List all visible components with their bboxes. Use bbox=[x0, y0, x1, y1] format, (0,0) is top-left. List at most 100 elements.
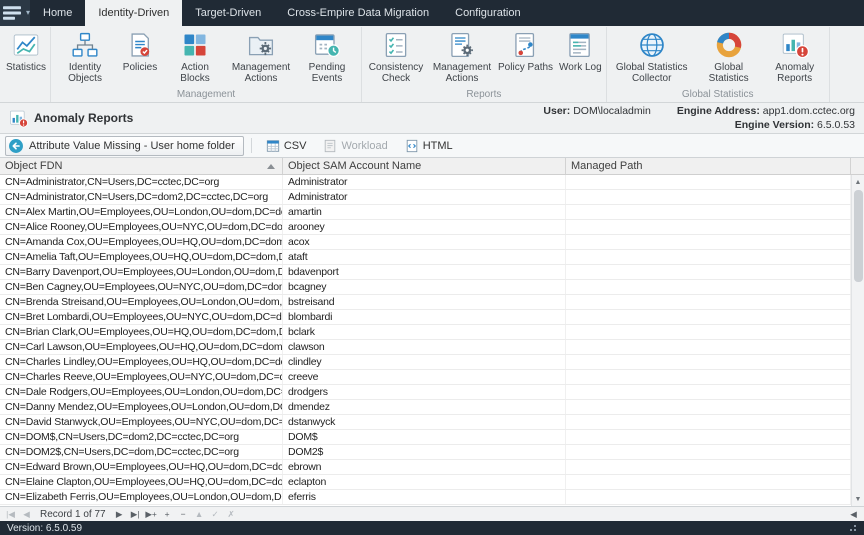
cell-managed-path bbox=[566, 355, 851, 369]
table-row[interactable]: CN=Alice Rooney,OU=Employees,OU=NYC,OU=d… bbox=[0, 220, 851, 235]
tab-configuration[interactable]: Configuration bbox=[442, 0, 533, 26]
tab-home[interactable]: Home bbox=[30, 0, 85, 26]
table-row[interactable]: CN=Elizabeth Ferris,OU=Employees,OU=Lond… bbox=[0, 490, 851, 505]
resize-grip-icon[interactable] bbox=[847, 523, 857, 533]
document-gear-icon bbox=[448, 31, 476, 59]
cell-object-fdn: CN=Administrator,CN=Users,DC=cctec,DC=or… bbox=[0, 175, 283, 189]
ribbon: Statistics Identity Objects Policies Act… bbox=[0, 26, 864, 103]
table-row[interactable]: CN=Brian Clark,OU=Employees,OU=HQ,OU=dom… bbox=[0, 325, 851, 340]
cell-object-sam-account-name: acox bbox=[283, 235, 566, 249]
nav-add-button[interactable]: + bbox=[160, 508, 175, 521]
workload-button[interactable]: Workload bbox=[316, 137, 394, 155]
document-log-icon bbox=[566, 31, 594, 59]
ribbon-button-statistics[interactable]: Statistics bbox=[3, 27, 49, 89]
table-row[interactable]: CN=Charles Reeve,OU=Employees,OU=NYC,OU=… bbox=[0, 370, 851, 385]
cell-managed-path bbox=[566, 205, 851, 219]
hscroll-left-button[interactable]: ◀ bbox=[846, 508, 861, 521]
report-toolbar: Attribute Value Missing - User home fold… bbox=[0, 134, 864, 158]
policy-document-icon bbox=[126, 31, 154, 59]
table-row[interactable]: CN=Administrator,CN=Users,DC=cctec,DC=or… bbox=[0, 175, 851, 190]
cell-object-sam-account-name: arooney bbox=[283, 220, 566, 234]
ribbon-button-policies[interactable]: Policies bbox=[118, 27, 162, 89]
ribbon-button-consistency-check[interactable]: Consistency Check bbox=[363, 27, 429, 89]
cell-object-sam-account-name: bcagney bbox=[283, 280, 566, 294]
nav-append-button[interactable]: ▶+ bbox=[144, 508, 159, 521]
checklist-icon bbox=[382, 31, 410, 59]
grid-header: Object FDN Object SAM Account Name Manag… bbox=[0, 158, 864, 175]
nav-edit-button[interactable]: ▲ bbox=[192, 508, 207, 521]
table-row[interactable]: CN=Ben Cagney,OU=Employees,OU=NYC,OU=dom… bbox=[0, 280, 851, 295]
ribbon-button-management-actions-report[interactable]: Management Actions bbox=[429, 27, 495, 89]
nav-cancel-edit-button[interactable]: ✗ bbox=[224, 508, 239, 521]
table-row[interactable]: CN=Bret Lombardi,OU=Employees,OU=NYC,OU=… bbox=[0, 310, 851, 325]
cell-managed-path bbox=[566, 490, 851, 504]
cell-managed-path bbox=[566, 295, 851, 309]
application-window: ▾ Home Identity-Driven Target-Driven Cro… bbox=[0, 0, 864, 535]
cell-object-sam-account-name: amartin bbox=[283, 205, 566, 219]
ribbon-button-work-log[interactable]: Work Log bbox=[556, 27, 605, 89]
cell-object-sam-account-name: ataft bbox=[283, 250, 566, 264]
scroll-down-button[interactable]: ▼ bbox=[852, 492, 864, 506]
ribbon-button-global-statistics-collector[interactable]: Global Statistics Collector bbox=[608, 27, 696, 89]
ribbon-button-management-actions[interactable]: Management Actions bbox=[228, 27, 294, 89]
table-row[interactable]: CN=Elaine Clapton,OU=Employees,OU=HQ,OU=… bbox=[0, 475, 851, 490]
nav-end-edit-button[interactable]: ✓ bbox=[208, 508, 223, 521]
ribbon-button-policy-paths[interactable]: Policy Paths bbox=[495, 27, 556, 89]
cell-object-sam-account-name: clawson bbox=[283, 340, 566, 354]
column-header-object-fdn[interactable]: Object FDN bbox=[0, 158, 283, 174]
table-row[interactable]: CN=Amelia Taft,OU=Employees,OU=HQ,OU=dom… bbox=[0, 250, 851, 265]
ribbon-button-pending-events[interactable]: Pending Events bbox=[294, 27, 360, 89]
ribbon-tab-bar: ▾ Home Identity-Driven Target-Driven Cro… bbox=[0, 0, 864, 26]
engine-version-value: 6.5.0.53 bbox=[817, 119, 855, 131]
cell-managed-path bbox=[566, 235, 851, 249]
cell-managed-path bbox=[566, 400, 851, 414]
ribbon-button-global-statistics[interactable]: Global Statistics bbox=[696, 27, 762, 89]
cell-object-sam-account-name: clindley bbox=[283, 355, 566, 369]
engine-info: User: DOM\localadmin Engine Address: app… bbox=[543, 104, 855, 132]
table-row[interactable]: CN=DOM2$,CN=Users,DC=dom,DC=cctec,DC=org… bbox=[0, 445, 851, 460]
table-row[interactable]: CN=Carl Lawson,OU=Employees,OU=HQ,OU=dom… bbox=[0, 340, 851, 355]
column-header-managed-path[interactable]: Managed Path bbox=[566, 158, 851, 174]
column-header-object-sam-account-name[interactable]: Object SAM Account Name bbox=[283, 158, 566, 174]
nav-remove-button[interactable]: − bbox=[176, 508, 191, 521]
tab-cross-empire-data-migration[interactable]: Cross-Empire Data Migration bbox=[274, 0, 442, 26]
table-row[interactable]: CN=Administrator,CN=Users,DC=dom2,DC=cct… bbox=[0, 190, 851, 205]
application-menu-button[interactable]: ▾ bbox=[0, 0, 30, 26]
cell-object-fdn: CN=Dale Rodgers,OU=Employees,OU=London,O… bbox=[0, 385, 283, 399]
table-row[interactable]: CN=Charles Lindley,OU=Employees,OU=HQ,OU… bbox=[0, 355, 851, 370]
back-button[interactable]: Attribute Value Missing - User home fold… bbox=[5, 136, 244, 156]
table-row[interactable]: CN=Amanda Cox,OU=Employees,OU=HQ,OU=dom,… bbox=[0, 235, 851, 250]
scrollbar-thumb[interactable] bbox=[854, 190, 863, 282]
table-row[interactable]: CN=Edward Brown,OU=Employees,OU=HQ,OU=do… bbox=[0, 460, 851, 475]
record-navigator: |◀ ◀ Record 1 of 77 ▶ ▶| ▶+ + − ▲ ✓ ✗ ◀ bbox=[0, 506, 864, 521]
tab-target-driven[interactable]: Target-Driven bbox=[182, 0, 274, 26]
ribbon-button-identity-objects[interactable]: Identity Objects bbox=[52, 27, 118, 89]
scroll-up-button[interactable]: ▲ bbox=[852, 175, 864, 189]
ribbon-button-anomaly-reports[interactable]: Anomaly Reports bbox=[762, 27, 828, 89]
nav-first-button[interactable]: |◀ bbox=[3, 508, 18, 521]
nav-next-button[interactable]: ▶ bbox=[112, 508, 127, 521]
folder-gear-icon bbox=[247, 31, 275, 59]
cell-object-sam-account-name: eclapton bbox=[283, 475, 566, 489]
nav-last-button[interactable]: ▶| bbox=[128, 508, 143, 521]
ribbon-group-management: Identity Objects Policies Action Blocks … bbox=[51, 27, 362, 102]
nav-previous-button[interactable]: ◀ bbox=[19, 508, 34, 521]
ribbon-button-action-blocks[interactable]: Action Blocks bbox=[162, 27, 228, 89]
cell-object-sam-account-name: DOM2$ bbox=[283, 445, 566, 459]
table-row[interactable]: CN=Brenda Streisand,OU=Employees,OU=Lond… bbox=[0, 295, 851, 310]
table-row[interactable]: CN=Dale Rodgers,OU=Employees,OU=London,O… bbox=[0, 385, 851, 400]
table-row[interactable]: CN=Barry Davenport,OU=Employees,OU=Londo… bbox=[0, 265, 851, 280]
cell-object-fdn: CN=Barry Davenport,OU=Employees,OU=Londo… bbox=[0, 265, 283, 279]
export-html-button[interactable]: HTML bbox=[398, 137, 460, 155]
tab-identity-driven[interactable]: Identity-Driven bbox=[85, 0, 182, 26]
table-row[interactable]: CN=Danny Mendez,OU=Employees,OU=London,O… bbox=[0, 400, 851, 415]
table-row[interactable]: CN=Alex Martin,OU=Employees,OU=London,OU… bbox=[0, 205, 851, 220]
ribbon-group-statistics: Statistics bbox=[2, 27, 51, 102]
vertical-scrollbar[interactable]: ▲ ▼ bbox=[851, 175, 864, 506]
table-row[interactable]: CN=David Stanwyck,OU=Employees,OU=NYC,OU… bbox=[0, 415, 851, 430]
export-csv-button[interactable]: CSV bbox=[259, 137, 314, 155]
table-row[interactable]: CN=DOM$,CN=Users,DC=dom2,DC=cctec,DC=org… bbox=[0, 430, 851, 445]
cell-managed-path bbox=[566, 250, 851, 264]
cell-object-sam-account-name: dstanwyck bbox=[283, 415, 566, 429]
user-value: DOM\localadmin bbox=[573, 105, 651, 117]
